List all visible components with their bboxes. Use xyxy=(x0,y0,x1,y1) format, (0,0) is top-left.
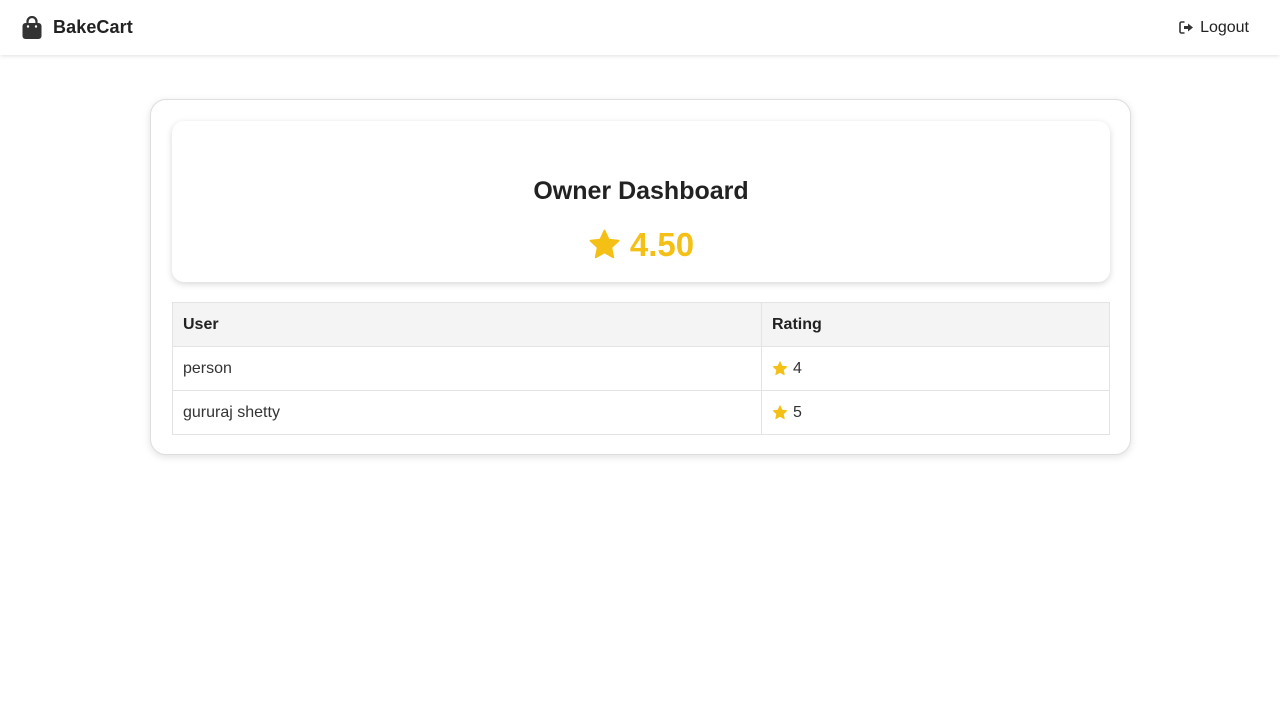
column-header-rating: Rating xyxy=(761,302,1110,347)
average-rating-value: 4.50 xyxy=(629,226,695,263)
logout-button[interactable]: Logout xyxy=(1179,19,1258,37)
star-icon xyxy=(588,229,621,260)
star-icon xyxy=(772,405,788,420)
page-title: Owner Dashboard xyxy=(533,177,749,205)
sign-out-icon xyxy=(1179,21,1194,34)
shopping-bag-icon xyxy=(21,15,43,40)
rating-value: 5 xyxy=(793,403,802,421)
column-header-user: User xyxy=(172,302,762,347)
dashboard-panel: Owner Dashboard 4.50 User Rating person xyxy=(150,99,1131,455)
average-rating: 4.50 xyxy=(172,228,1110,261)
table-row: gururaj shetty 5 xyxy=(172,390,1110,435)
rating-cell: 4 xyxy=(761,346,1110,391)
navbar: BakeCart Logout xyxy=(0,0,1280,55)
table-header-row: User Rating xyxy=(172,302,1110,347)
rating-value: 4 xyxy=(793,359,802,377)
star-icon xyxy=(772,361,788,376)
brand-link[interactable]: BakeCart xyxy=(21,15,133,40)
ratings-table: User Rating person 4 gururaj shetty 5 xyxy=(172,302,1110,435)
summary-card: Owner Dashboard 4.50 xyxy=(172,121,1110,282)
brand-name: BakeCart xyxy=(53,17,133,37)
user-cell: gururaj shetty xyxy=(172,390,762,435)
user-cell: person xyxy=(172,346,762,391)
rating-cell: 5 xyxy=(761,390,1110,435)
table-row: person 4 xyxy=(172,346,1110,391)
logout-label: Logout xyxy=(1200,18,1249,36)
